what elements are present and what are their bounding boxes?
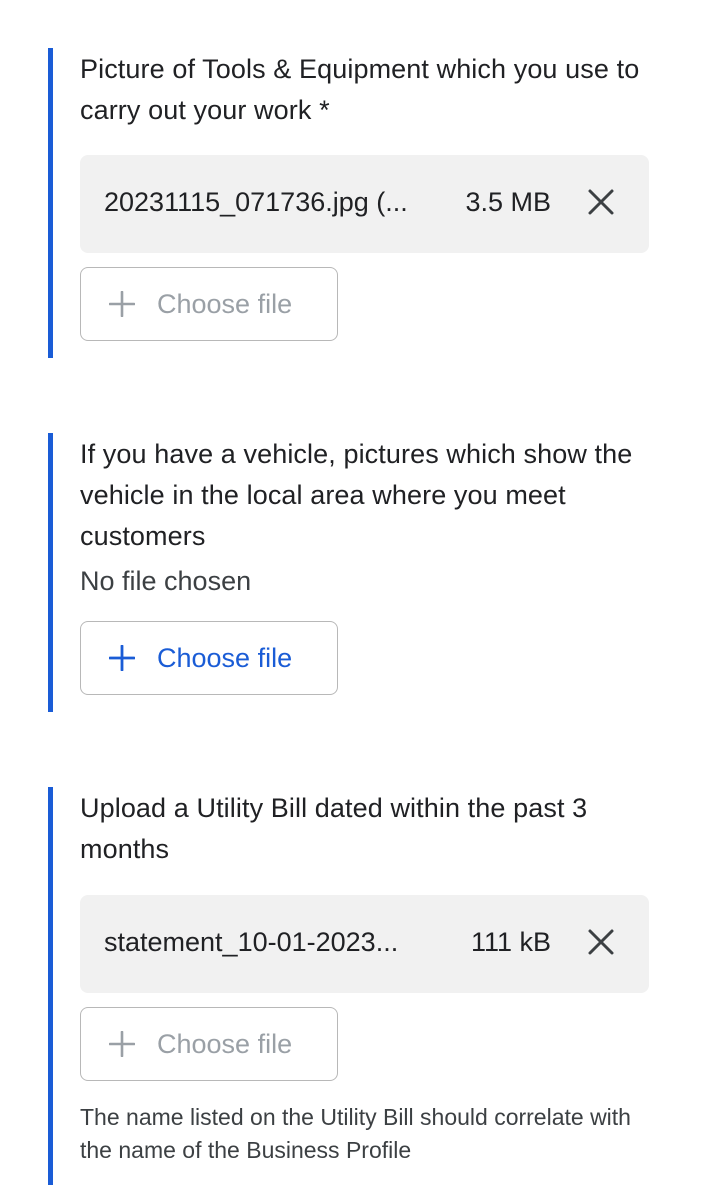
question-title: If you have a vehicle, pictures which sh… bbox=[80, 439, 633, 551]
remove-file-button[interactable] bbox=[587, 928, 615, 956]
choose-file-button[interactable]: Choose file bbox=[80, 621, 338, 695]
helper-text: The name listed on the Utility Bill shou… bbox=[80, 1104, 631, 1163]
question-utility-bill: Upload a Utility Bill dated within the p… bbox=[0, 787, 728, 1185]
question-accent-bar bbox=[48, 48, 53, 358]
no-file-status: No file chosen bbox=[80, 566, 252, 596]
close-icon bbox=[588, 189, 614, 215]
file-name: statement_10-01-2023... bbox=[104, 927, 399, 957]
choose-file-label: Choose file bbox=[157, 1029, 293, 1059]
uploaded-file-chip: 20231115_071736.jpg (... 3.5 MB bbox=[80, 155, 649, 253]
uploaded-file-chip: statement_10-01-2023... 111 kB bbox=[80, 895, 649, 993]
question-tools-equipment: Picture of Tools & Equipment which you u… bbox=[0, 48, 728, 358]
question-content: Upload a Utility Bill dated within the p… bbox=[80, 787, 649, 1163]
choose-file-button[interactable]: Choose file bbox=[80, 267, 338, 341]
question-content: If you have a vehicle, pictures which sh… bbox=[80, 433, 648, 695]
choose-file-button[interactable]: Choose file bbox=[80, 1007, 338, 1081]
question-content: Picture of Tools & Equipment which you u… bbox=[80, 48, 649, 341]
choose-file-label: Choose file bbox=[157, 643, 293, 673]
file-size: 111 kB bbox=[470, 927, 551, 957]
remove-file-button[interactable] bbox=[587, 188, 615, 216]
file-size: 3.5 MB bbox=[465, 187, 551, 217]
question-vehicle-pictures: If you have a vehicle, pictures which sh… bbox=[0, 433, 728, 712]
close-icon bbox=[588, 929, 614, 955]
choose-file-label: Choose file bbox=[157, 289, 293, 319]
file-name: 20231115_071736.jpg (... bbox=[104, 187, 408, 217]
question-title: Upload a Utility Bill dated within the p… bbox=[80, 793, 588, 864]
question-accent-bar bbox=[48, 787, 53, 1185]
plus-icon bbox=[109, 291, 135, 317]
plus-icon bbox=[109, 645, 135, 671]
plus-icon bbox=[109, 1031, 135, 1057]
upload-form: Picture of Tools & Equipment which you u… bbox=[0, 0, 728, 1200]
question-accent-bar bbox=[48, 433, 53, 712]
question-title: Picture of Tools & Equipment which you u… bbox=[80, 54, 640, 125]
